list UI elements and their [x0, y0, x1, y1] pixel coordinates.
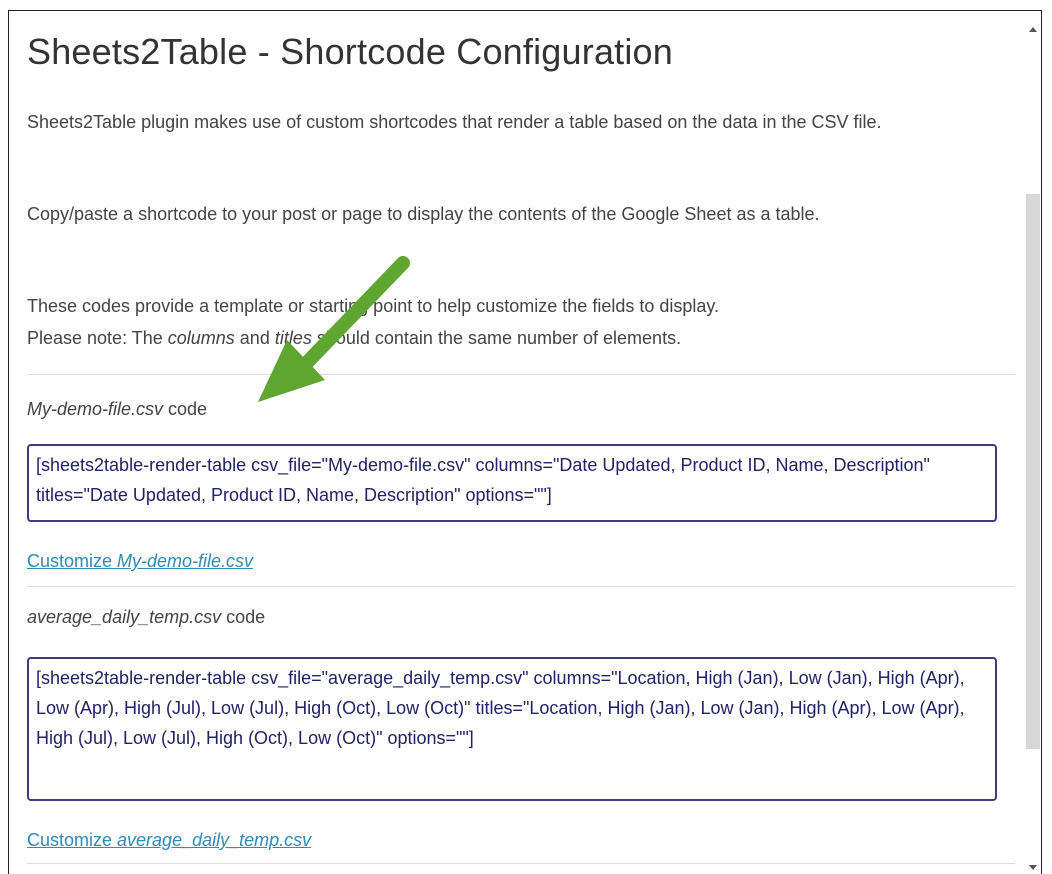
customize-link-2[interactable]: Customize average_daily_temp.csv [27, 825, 311, 855]
scroll-thumb[interactable] [1026, 194, 1040, 749]
customize-filename: average_daily_temp.csv [117, 830, 312, 850]
intro-paragraph-3: These codes provide a template or starti… [27, 290, 1015, 354]
intro-3-and: and [234, 328, 275, 348]
config-panel: Sheets2Table - Shortcode Configuration S… [8, 10, 1042, 874]
page-title: Sheets2Table - Shortcode Configuration [27, 31, 674, 72]
intro-paragraph-2: Copy/paste a shortcode to your post or p… [27, 204, 820, 224]
shortcode-box-1[interactable]: [sheets2table-render-table csv_file="My-… [27, 444, 997, 522]
customize-prefix: Customize [27, 830, 118, 850]
columns-term: columns [167, 328, 235, 348]
customize-link-1[interactable]: Customize My-demo-file.csv [27, 546, 253, 576]
intro-3-pre: Please note: The [27, 328, 168, 348]
intro-paragraph-1: Sheets2Table plugin makes use of custom … [27, 112, 882, 132]
file-label-suffix: code [221, 607, 266, 627]
file-label-suffix: code [163, 399, 208, 419]
titles-term: titles [274, 328, 312, 348]
shortcode-box-2[interactable]: [sheets2table-render-table csv_file="ave… [27, 657, 997, 801]
intro-3-post: should contain the same number of elemen… [311, 328, 682, 348]
intro-3-line1: These codes provide a template or starti… [27, 296, 720, 316]
scroll-up-icon[interactable] [1029, 27, 1037, 32]
scroll-down-icon[interactable] [1029, 865, 1037, 870]
section-divider [27, 374, 1015, 375]
section-divider [27, 586, 1015, 587]
file-label-filename: My-demo-file.csv [27, 399, 164, 419]
customize-filename: My-demo-file.csv [117, 551, 254, 571]
file-label-filename: average_daily_temp.csv [27, 607, 222, 627]
file-label-2: average_daily_temp.csv code [27, 602, 265, 632]
file-label-1: My-demo-file.csv code [27, 394, 207, 424]
customize-prefix: Customize [27, 551, 118, 571]
vertical-scrollbar[interactable] [1024, 11, 1041, 874]
section-divider [27, 863, 1015, 864]
